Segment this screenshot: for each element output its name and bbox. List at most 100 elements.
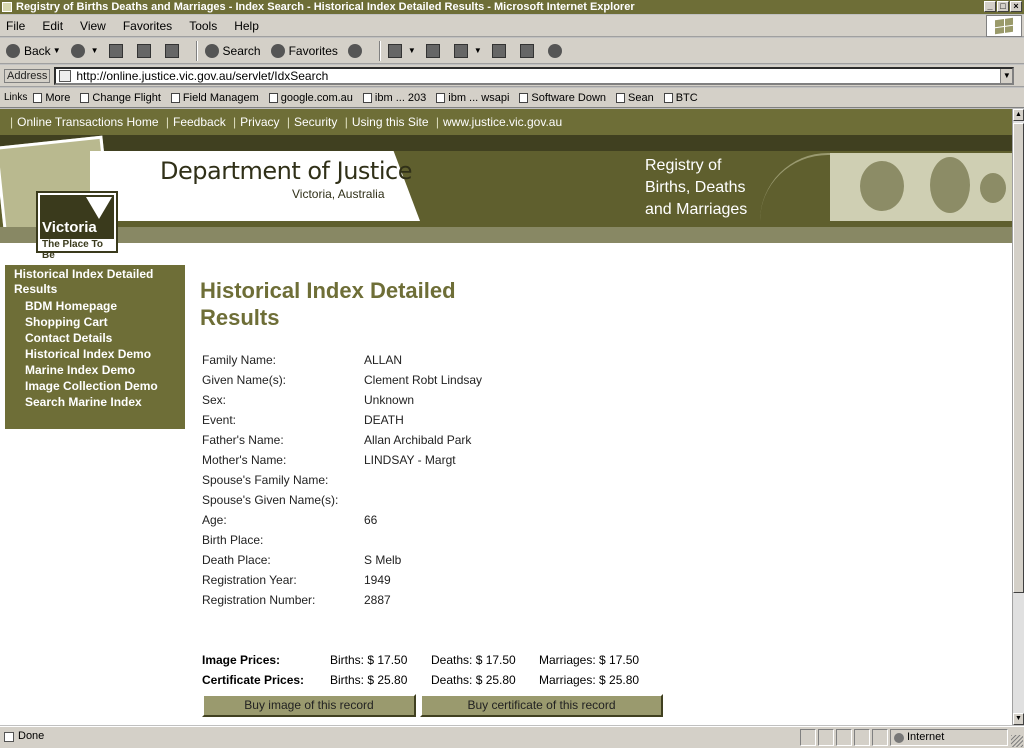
nav-security[interactable]: Security [294, 115, 337, 129]
link-software-down[interactable]: Software Down [519, 92, 606, 104]
edit-button[interactable]: ▼ [452, 40, 484, 62]
buy-certificate-button[interactable]: Buy certificate of this record [420, 694, 663, 717]
page-icon [59, 69, 72, 82]
stop-button[interactable] [107, 40, 129, 62]
link-google[interactable]: google.com.au [268, 92, 353, 104]
address-dropdown-icon[interactable]: ▼ [1000, 68, 1013, 83]
victoria-logo[interactable]: Victoria The Place To Be [36, 191, 118, 261]
sidebar-item-image-collection-demo[interactable]: Image Collection Demo [14, 378, 185, 394]
home-button[interactable] [163, 40, 185, 62]
sidebar-item-marine-index-demo[interactable]: Marine Index Demo [14, 362, 185, 378]
link-change-flight[interactable]: Change Flight [80, 92, 161, 104]
sidebar-item-search-marine-index[interactable]: Search Marine Index [14, 394, 185, 410]
history-button[interactable] [346, 40, 368, 62]
contacts-button[interactable] [546, 40, 568, 62]
victoria-logo-tagline: The Place To Be [42, 239, 103, 261]
search-button[interactable]: Search [203, 40, 263, 62]
refresh-icon [136, 43, 151, 58]
stop-icon [108, 43, 123, 58]
victoria-triangle-icon [86, 197, 112, 219]
scroll-down-icon[interactable]: ▼ [1013, 713, 1024, 725]
edit-icon [453, 43, 468, 58]
discuss-button[interactable] [490, 40, 512, 62]
link-label: Sean [628, 91, 654, 104]
certificate-price-marriages: Marriages: $ 25.80 [539, 673, 640, 687]
menu-favorites[interactable]: Favorites [121, 19, 174, 33]
menu-tools[interactable]: Tools [187, 19, 219, 33]
field-label: Spouse's Family Name: [202, 473, 329, 487]
image-price-marriages: Marriages: $ 17.50 [539, 653, 640, 667]
back-button[interactable]: Back ▼ [4, 40, 63, 62]
window-title-bar[interactable]: Registry of Births Deaths and Marriages … [0, 0, 1024, 14]
back-dropdown-icon[interactable]: ▼ [53, 46, 61, 55]
link-more[interactable]: More [33, 92, 70, 104]
address-url[interactable]: http://online.justice.vic.gov.au/servlet… [76, 69, 328, 83]
nav-separator: | [10, 115, 14, 129]
nav-feedback[interactable]: Feedback [173, 115, 226, 129]
discuss-icon [491, 43, 506, 58]
nav-online-transactions-home[interactable]: Online Transactions Home [17, 115, 158, 129]
forward-dropdown-icon[interactable]: ▼ [91, 46, 99, 55]
forward-button[interactable]: ▼ [69, 40, 101, 62]
nav-separator: | [165, 115, 169, 129]
field-value: ALLAN [364, 353, 403, 367]
scroll-thumb[interactable] [1013, 123, 1024, 593]
print-button[interactable] [424, 40, 446, 62]
nav-justice-site[interactable]: www.justice.vic.gov.au [443, 115, 562, 129]
menu-view[interactable]: View [78, 19, 108, 33]
nav-privacy[interactable]: Privacy [240, 115, 279, 129]
sidebar-item-contact-details[interactable]: Contact Details [14, 330, 185, 346]
menu-help[interactable]: Help [232, 19, 261, 33]
messenger-button[interactable] [518, 40, 540, 62]
standard-toolbar: Back ▼ ▼ Search Favorites ▼ ▼ [0, 38, 1024, 64]
favorites-button[interactable]: Favorites [269, 40, 340, 62]
link-sean[interactable]: Sean [616, 92, 654, 104]
refresh-button[interactable] [135, 40, 157, 62]
back-arrow-icon [6, 43, 20, 58]
mail-dropdown-icon[interactable]: ▼ [408, 46, 416, 55]
link-label: More [45, 91, 71, 104]
sidebar-current-page[interactable]: Historical Index Detailed Results [14, 267, 185, 297]
link-btc[interactable]: BTC [663, 92, 698, 104]
certificate-price-deaths: Deaths: $ 25.80 [431, 673, 516, 687]
field-label: Age: [202, 513, 227, 527]
sidebar-item-shopping-cart[interactable]: Shopping Cart [14, 314, 185, 330]
page-scrollbar[interactable]: ▲ ▼ [1012, 109, 1024, 725]
status-pane [818, 729, 834, 746]
page-viewport: | Online Transactions Home | Feedback | Pri… [0, 109, 1012, 725]
registry-line-1: Registry of [645, 157, 722, 174]
search-label: Search [222, 43, 261, 58]
link-field-managem[interactable]: Field Managem [170, 92, 259, 104]
mail-button[interactable]: ▼ [386, 40, 418, 62]
minimize-button[interactable]: _ [984, 1, 996, 12]
field-label: Event: [202, 413, 237, 427]
ie-app-icon [2, 2, 12, 12]
nav-separator: | [286, 115, 290, 129]
buy-image-button[interactable]: Buy image of this record [202, 694, 416, 717]
page-icon [436, 92, 446, 103]
edit-dropdown-icon[interactable]: ▼ [474, 46, 482, 55]
zone-label: Internet [907, 731, 945, 743]
print-icon [425, 43, 440, 58]
maximize-button[interactable]: □ [997, 1, 1009, 12]
close-button[interactable]: × [1010, 1, 1022, 12]
scroll-up-icon[interactable]: ▲ [1013, 109, 1024, 121]
search-icon [204, 43, 219, 58]
menu-bar: File Edit View Favorites Tools Help [0, 15, 1024, 37]
address-input[interactable]: http://online.justice.vic.gov.au/servlet… [54, 66, 1015, 85]
banner-bottom-strip [0, 227, 1012, 243]
nav-using-this-site[interactable]: Using this Site [352, 115, 429, 129]
menu-file[interactable]: File [4, 19, 27, 33]
menu-edit[interactable]: Edit [40, 19, 65, 33]
field-label: Family Name: [202, 353, 277, 367]
sidebar-item-historical-index-demo[interactable]: Historical Index Demo [14, 346, 185, 362]
sidebar-item-bdm-homepage[interactable]: BDM Homepage [14, 298, 185, 314]
messenger-icon [519, 43, 534, 58]
link-ibm-wsapi[interactable]: ibm ... wsapi [436, 92, 509, 104]
link-ibm-203[interactable]: ibm ... 203 [362, 92, 426, 104]
field-value: LINDSAY - Margt [364, 453, 456, 467]
link-label: Change Flight [92, 91, 161, 104]
field-value: 66 [364, 513, 378, 527]
address-bar: Address http://online.justice.vic.gov.au… [0, 65, 1024, 87]
resize-grip-icon[interactable] [1011, 735, 1023, 747]
